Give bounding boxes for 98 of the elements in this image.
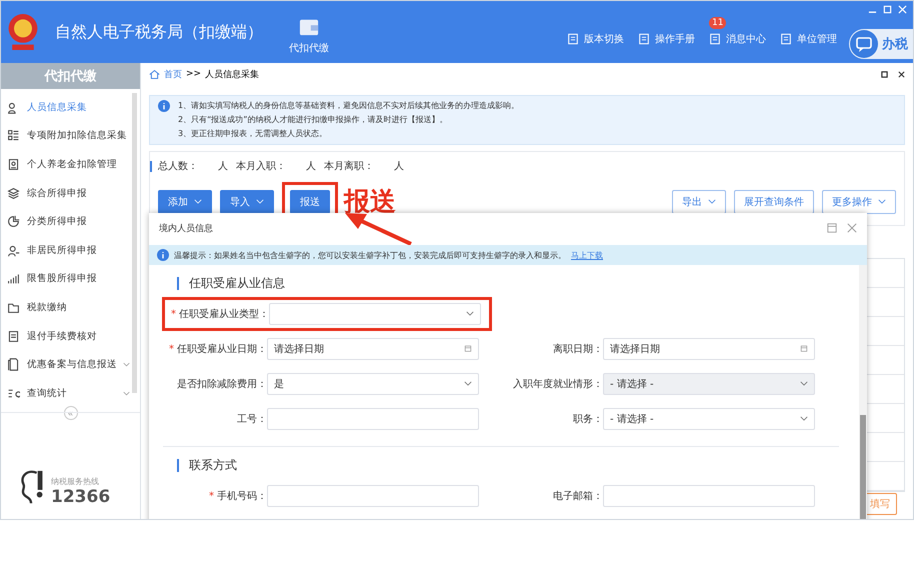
toolbar-button[interactable]: 添加 (158, 190, 212, 214)
chevron-down-icon (123, 362, 130, 368)
chat-label: 办税 (882, 36, 908, 53)
sidebar-item[interactable]: 分类所得申报 (1, 207, 130, 236)
field-label: * 任职受雇从业类型： (170, 308, 269, 320)
menu-item-icon (7, 158, 20, 171)
caret-icon (708, 199, 716, 204)
stat-label: 总人数： (158, 160, 198, 173)
menu-item-icon (7, 358, 20, 372)
field-label: 工号： (236, 412, 267, 426)
field-label: 是否扣除减除费用： (176, 378, 267, 390)
sidebar-item[interactable]: 非居民所得申报 (1, 236, 130, 265)
menu-item-icon (7, 300, 20, 314)
breadcrumb-current: 人员信息采集 (205, 68, 260, 80)
hotline-number: 12366 (51, 487, 110, 507)
date-field[interactable]: 请选择日期 (603, 338, 815, 360)
center-tab[interactable]: 代扣代缴 (289, 17, 329, 55)
notice-text: 1、请如实填写纳税人的身份信息等基础资料，避免因信息不实对后续其他业务的办理造成影响。 (178, 100, 520, 112)
field-label: * 任职受雇从业日期： (168, 342, 267, 356)
message-count-badge: 11 (709, 17, 726, 29)
annotation-text: 报送 (344, 186, 396, 219)
sidebar-item[interactable]: 税款缴纳 (1, 293, 130, 322)
menu-item-icon (7, 330, 20, 343)
stat-label: 本月离职： (324, 160, 374, 173)
info-icon (157, 249, 169, 261)
wallet-icon (298, 17, 320, 37)
sidebar-item[interactable]: 限售股所得申报 (1, 264, 130, 294)
field-label: 职务： (572, 412, 603, 426)
toolbar-button[interactable]: 更多操作 (822, 190, 896, 214)
document-icon (780, 33, 792, 45)
toolbar-button[interactable]: 导入 (220, 190, 274, 214)
select-field[interactable]: - 请选择 - (603, 408, 815, 430)
menu-item-icon (7, 272, 20, 286)
chevron-down-icon (800, 380, 808, 387)
sidebar-item[interactable]: 专项附加扣除信息采集 (1, 122, 130, 150)
stat-unit: 人 (306, 160, 316, 173)
section-title: 任职受雇从业信息 (177, 277, 839, 290)
sidebar-item[interactable]: 综合所得申报 (1, 178, 130, 208)
date-field[interactable]: 请选择日期 (267, 338, 479, 360)
chat-bubble-icon (850, 30, 878, 58)
toolbar-button[interactable]: 报送 (290, 190, 330, 214)
input-field[interactable] (267, 484, 479, 506)
sidebar-title: 代扣代缴 (1, 63, 140, 89)
field-label: 电子邮箱： (552, 490, 603, 502)
calendar-icon (464, 345, 472, 352)
home-icon (149, 68, 160, 80)
stat-unit: 人 (218, 160, 228, 173)
notice-text: 3、更正往期申报表，无需调整人员状态。 (178, 128, 328, 140)
nav-link[interactable]: 版本切换 (567, 32, 624, 46)
field-label: 离职日期： (552, 342, 603, 356)
input-field[interactable] (603, 484, 815, 506)
document-icon (567, 33, 579, 45)
sidebar-item[interactable]: 人员信息采集 (1, 93, 130, 122)
tip-text: 温馨提示：如果姓名当中包含生僻字的，您可以安装生僻字补丁包，安装完成后即可支持生僻字的录入和显示。 (174, 250, 566, 260)
breadcrumb-link[interactable]: 首页 (164, 68, 182, 80)
sidebar-item[interactable]: 个人养老金扣除管理 (1, 150, 130, 179)
toolbar-button[interactable]: 展开查询条件 (734, 190, 814, 214)
sidebar-item[interactable]: 查询统计 (1, 378, 130, 408)
field-label: 入职年度就业情形： (512, 378, 603, 390)
field-label: * 手机号码： (208, 490, 267, 502)
caret-icon (256, 199, 264, 204)
download-link[interactable]: 马上下载 (571, 250, 603, 260)
annotation-arrow (343, 211, 413, 245)
menu-item-icon (7, 215, 20, 228)
breadcrumb-separator: >> (186, 69, 202, 79)
chevron-down-icon (464, 380, 472, 387)
restore-icon[interactable] (881, 70, 888, 78)
document-icon (709, 33, 721, 45)
caret-icon (878, 199, 886, 204)
caret-icon (194, 199, 202, 204)
app-title: 自然人电子税务局（扣缴端） (55, 22, 263, 42)
select-field[interactable]: 是 (267, 372, 479, 394)
notice-text: 2、只有“报送成功”的纳税人才能进行扣缴申报操作，请及时进行【报送】。 (178, 114, 448, 126)
chevron-down-icon (800, 415, 808, 422)
maximize-icon[interactable] (827, 223, 837, 233)
document-icon (638, 33, 650, 45)
select-field[interactable] (269, 302, 481, 324)
chat-tab[interactable]: 办税 (849, 29, 913, 59)
section-title: 联系方式 (177, 459, 839, 472)
hotline-label: 纳税服务热线 (51, 476, 100, 487)
nav-link[interactable]: 操作手册 (638, 32, 695, 46)
menu-item-icon (7, 244, 20, 257)
info-icon (158, 100, 170, 112)
menu-item-icon (7, 129, 20, 142)
close-icon[interactable] (898, 70, 905, 78)
sidebar-item[interactable]: 优惠备案与信息报送 (1, 350, 130, 379)
toolbar-button[interactable]: 导出 (672, 190, 726, 214)
chevron-down-icon (466, 310, 474, 317)
menu-item-icon (7, 386, 20, 400)
sidebar-item[interactable]: 退付手续费核对 (1, 322, 130, 350)
calendar-icon (800, 345, 808, 352)
chevron-down-icon (123, 390, 130, 396)
stat-unit: 人 (394, 160, 404, 173)
menu-item-icon (7, 186, 20, 200)
stat-label: 本月入职： (236, 160, 286, 173)
nav-link[interactable]: 单位管理 (780, 32, 837, 46)
dialog-title: 境内人员信息 (159, 222, 213, 234)
input-field[interactable] (267, 408, 479, 430)
